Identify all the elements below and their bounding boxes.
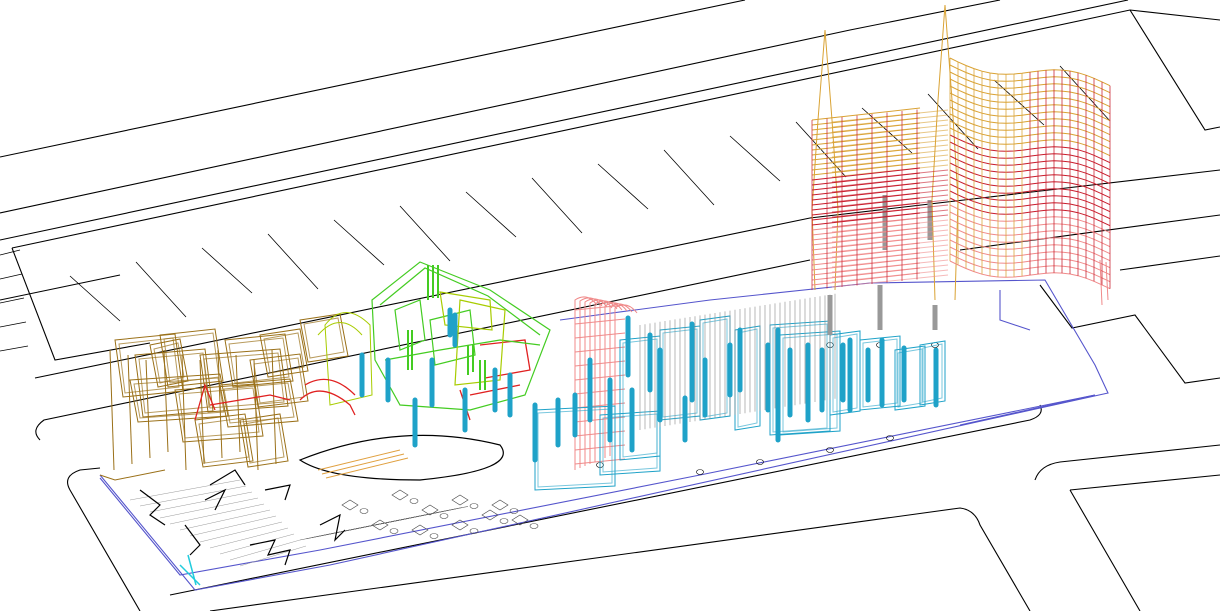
orange-stair (317, 449, 409, 479)
ground-shape-7 (264, 484, 291, 501)
red-beam-5 (479, 339, 531, 379)
frame-post (109, 349, 115, 471)
lower-block-right-inner (1069, 474, 1220, 611)
west-building-frames (99, 312, 373, 481)
ground-hatch (209, 527, 289, 549)
planter-circle (499, 518, 509, 524)
frame-base (99, 469, 166, 481)
parcel-division-lines (0, 65, 1111, 352)
arch-rib (594, 300, 618, 462)
ground-shape-6 (209, 469, 246, 486)
paving-diamond (491, 499, 509, 511)
parcel-edge-line (0, 321, 27, 328)
ground-hatch (139, 485, 247, 507)
lower-road-edge (169, 404, 1042, 596)
greenhouse-panel-1 (394, 299, 426, 351)
parcel-line (201, 247, 253, 294)
frame-post (145, 359, 151, 459)
ground-shape-1 (139, 489, 166, 526)
parcel-line (267, 233, 319, 290)
paving-diamond (341, 499, 359, 511)
paving-diamond (391, 489, 409, 501)
frame-post (181, 354, 187, 471)
site-inner-curb (99, 394, 1096, 576)
curtain-wall-towers (811, 4, 1111, 306)
site-boundary-east (959, 290, 1096, 426)
parcel-line (135, 261, 187, 318)
ground-hatch (239, 545, 307, 567)
planter-circle (439, 513, 449, 519)
frame-box (239, 413, 289, 468)
frame-box (299, 313, 349, 363)
frame-post (127, 354, 133, 465)
ground-hatch (179, 509, 271, 531)
orange-stair-run (317, 449, 409, 479)
frame-box-inner (303, 317, 345, 359)
far-road-edge-3 (0, 0, 1129, 241)
ground-ellipse (298, 434, 504, 481)
ground-shape-4 (319, 513, 346, 542)
lower-block-left (67, 467, 141, 611)
lower-block-right (1034, 444, 1220, 481)
paving-diamond (451, 494, 469, 506)
planter-circle (389, 528, 399, 534)
ground-hatch (199, 521, 283, 543)
far-road-edge-1 (0, 0, 746, 158)
right-parcel-2 (1119, 255, 1220, 271)
cyan-stair-accent (179, 554, 201, 586)
parcel-edge-line (0, 273, 23, 280)
upper-block-parcel-line (0, 274, 121, 301)
column-base-circle (696, 469, 704, 475)
greenhouse-enclosure (371, 261, 551, 411)
ground-hatch (149, 491, 253, 513)
parcel-line (399, 205, 451, 262)
axonometric-wireframe-drawing (0, 0, 1220, 611)
planter-circle (359, 508, 369, 514)
wall-frame (919, 340, 946, 406)
parcel-line (69, 275, 121, 322)
parcel-edge-line (0, 249, 21, 256)
red-beam-3 (299, 390, 356, 416)
planter-circle (409, 498, 419, 504)
ground-hatch (159, 497, 259, 519)
parcel-line (531, 177, 583, 234)
parcel-line (663, 149, 715, 206)
ground-shape-5 (184, 524, 201, 556)
parcel-line (729, 135, 781, 182)
ground-black-shapes (139, 434, 504, 566)
parcel-line (465, 191, 517, 238)
planter-circle (429, 533, 439, 539)
planter-circle (529, 523, 539, 529)
parcel-line (333, 219, 385, 266)
lower-block-mid (209, 507, 1031, 611)
parcel-edge-line (0, 345, 29, 352)
right-parcel-1 (1039, 284, 1220, 384)
ground-hatch (189, 515, 277, 537)
drawing-canvas (0, 0, 1220, 611)
wall-frame-inner (922, 343, 943, 403)
planter-circle (469, 503, 479, 509)
paving-diamond (421, 504, 439, 516)
parcel-line (597, 163, 649, 210)
cyan-stair-line-2 (187, 554, 197, 586)
